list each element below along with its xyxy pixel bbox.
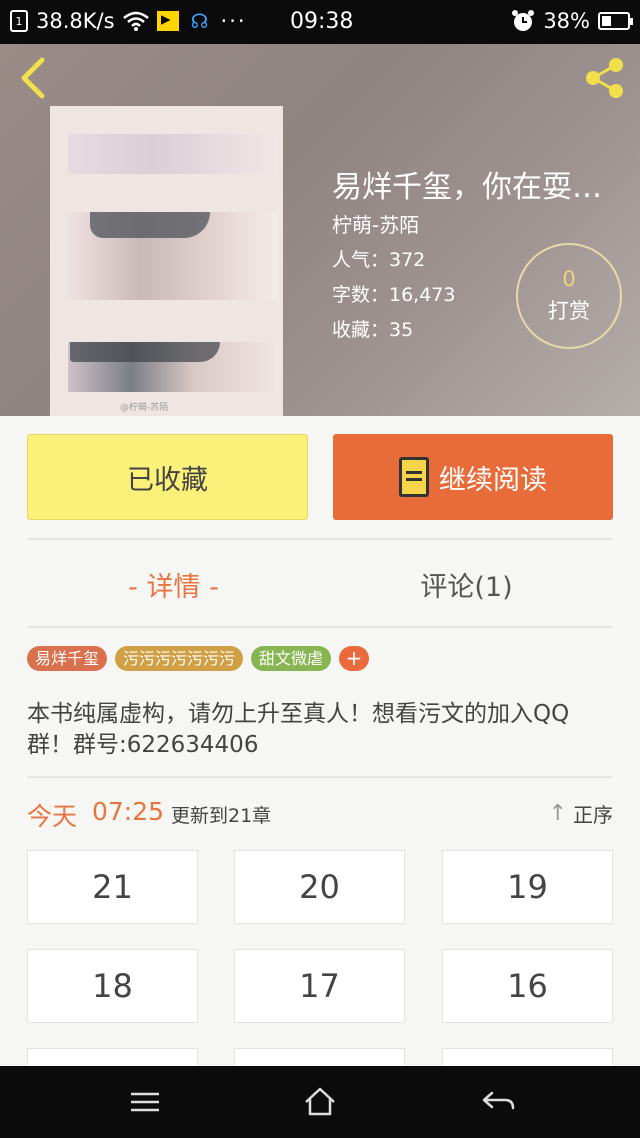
book-author[interactable]: 柠萌-苏陌 — [332, 209, 419, 238]
book-title: 易烊千玺，你在耍… — [332, 170, 602, 205]
chapter-button[interactable]: 17 — [234, 949, 405, 1023]
tag-chip[interactable]: 污污污污污污污 — [115, 646, 244, 671]
headset-icon: ☊ — [190, 9, 209, 33]
status-bar: 1 38.8K/s ☊ ··· 09:38 38% — [0, 0, 640, 44]
menu-icon[interactable] — [120, 1080, 170, 1124]
favorited-button-label: 已收藏 — [127, 464, 208, 496]
reward-button[interactable]: 0 打赏 — [516, 243, 622, 349]
divider — [27, 626, 613, 628]
battery-percent: 38% — [543, 9, 590, 33]
network-speed: 38.8K/s — [36, 9, 115, 33]
back-icon[interactable] — [473, 1080, 523, 1124]
tab-comments[interactable]: 评论(1) — [320, 558, 613, 610]
favorites-count: 收藏：35 — [332, 319, 414, 341]
add-tag-button[interactable]: + — [339, 646, 370, 671]
clock: 09:38 — [290, 9, 354, 34]
book-description: 本书纯属虚构，请勿上升至真人！想看污文的加入QQ群！群号:622634406 — [27, 701, 570, 758]
sort-order-button[interactable]: ↑ 正序 — [549, 799, 613, 828]
chapter-button[interactable]: 19 — [442, 850, 613, 924]
tag-list: 易烊千玺 污污污污污污污 甜文微虐 + — [27, 646, 370, 671]
flag-app-icon — [156, 11, 179, 31]
continue-reading-button[interactable]: 继续阅读 — [333, 434, 613, 520]
cover-watermark: @柠萌-苏陌 — [120, 403, 169, 413]
tag-chip[interactable]: 易烊千玺 — [27, 646, 108, 671]
update-time: 07:25 — [92, 797, 165, 826]
arrow-up-icon: ↑ — [548, 801, 567, 826]
book-icon — [399, 457, 429, 497]
book-header: @柠萌-苏陌 易烊千玺，你在耍… 柠萌-苏陌 人气：372 字数：16,473 … — [0, 44, 640, 416]
home-icon[interactable] — [295, 1080, 345, 1124]
wifi-icon — [122, 11, 149, 31]
cover-photo-detail — [90, 212, 210, 238]
reward-label: 打赏 — [548, 299, 590, 323]
chapter-button[interactable]: 18 — [27, 949, 198, 1023]
continue-reading-label: 继续阅读 — [439, 464, 547, 496]
divider — [27, 538, 613, 540]
sim-icon: 1 — [10, 10, 28, 32]
chapter-button[interactable]: 16 — [442, 949, 613, 1023]
update-chapter-text: 更新到21章 — [171, 805, 272, 827]
chapter-button[interactable]: 21 — [27, 850, 198, 924]
alarm-icon — [512, 10, 535, 31]
chapter-button[interactable]: 20 — [234, 850, 405, 924]
share-icon[interactable] — [580, 54, 628, 102]
tab-detail[interactable]: - 详情 - — [27, 558, 320, 610]
cover-photo-detail — [70, 342, 220, 362]
update-day: 今天 — [27, 802, 78, 831]
system-nav-bar — [0, 1066, 640, 1138]
tag-chip[interactable]: 甜文微虐 — [251, 646, 332, 671]
sort-order-label: 正序 — [573, 803, 613, 827]
reward-count: 0 — [562, 267, 576, 291]
divider — [27, 776, 613, 778]
cover-photo-strip — [68, 134, 278, 174]
popularity-count: 人气：372 — [332, 249, 426, 271]
book-cover[interactable]: @柠萌-苏陌 — [50, 106, 283, 416]
back-arrow-icon[interactable] — [14, 56, 54, 100]
word-count: 字数：16,473 — [332, 284, 456, 306]
favorited-button[interactable]: 已收藏 — [27, 434, 308, 520]
more-notifications-icon: ··· — [220, 9, 247, 33]
battery-icon — [598, 12, 633, 30]
